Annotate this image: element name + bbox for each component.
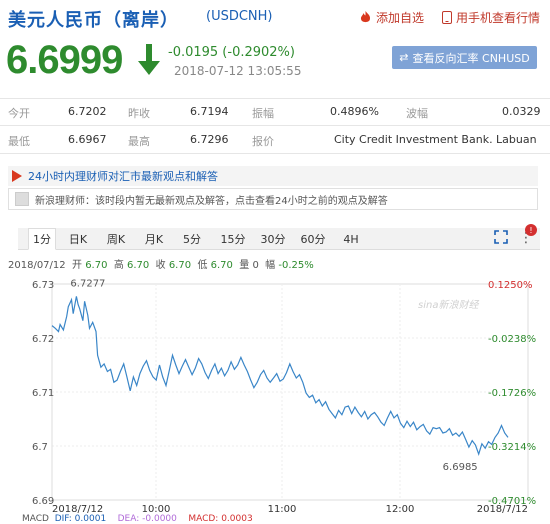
y-tick-label: 6.73 <box>32 280 54 291</box>
macd-summary: MACD DIF: 0.0001 DEA: -0.0000 MACD: 0.00… <box>22 514 253 524</box>
stat-label: 振幅 <box>252 107 274 120</box>
y-axis-right: 0.1250%-0.0238%-0.1726%-0.3214%-0.4701% <box>488 280 536 507</box>
add-favorite-button[interactable]: 添加自选 <box>359 9 424 26</box>
tab-month-k[interactable]: 月K <box>140 228 168 250</box>
ohlc-low-label: 低 <box>197 260 208 271</box>
stat-value: City Credit Investment Bank. Labuan <box>334 133 537 146</box>
price-change: -0.0195 (-0.2902%) <box>168 45 295 60</box>
macd-dif: DIF: 0.0001 <box>54 514 107 524</box>
x-axis: 2018/7/12 10:00 11:00 12:00 2018/7/12 <box>52 504 528 514</box>
price-line <box>51 296 509 456</box>
macd-dea: DEA: -0.0000 <box>117 514 177 524</box>
ohlc-date: 2018/07/12 <box>8 260 66 271</box>
y-tick-label: 6.72 <box>32 334 54 345</box>
x-tick-label: 10:00 <box>142 504 171 514</box>
ohlc-summary: 2018/07/12 开 6.70 高 6.70 收 6.70 低 6.70 量… <box>8 256 314 271</box>
intraday-chart[interactable]: 6.73 6.72 6.71 6.7 6.69 0.1250% -0.0238% -0.17… <box>0 272 550 514</box>
chart-annotations: 6.7277 6.6985 <box>70 278 477 473</box>
ohlc-open-label: 开 <box>72 260 82 271</box>
x-tick-label: 2018/7/12 <box>477 504 528 514</box>
macd-label: MACD <box>22 514 49 524</box>
ohlc-close: 6.70 <box>168 260 192 271</box>
tab-1min[interactable]: 1分 <box>28 228 56 250</box>
advisor-news-text: 新浪理财师：该时段内暂无最新观点及解答，点击查看24小时之前的观点及解答 <box>35 195 388 207</box>
ohlc-low: 6.70 <box>210 260 233 271</box>
stat-value: 6.7296 <box>190 133 229 146</box>
min-annotation: 6.6985 <box>443 462 478 473</box>
tab-15min[interactable]: 15分 <box>216 228 250 250</box>
y-right-tick-label: -0.1726% <box>488 388 536 399</box>
stat-value: 6.7202 <box>68 105 107 118</box>
reverse-rate-label: 查看反向汇率 CNHUSD <box>412 51 530 65</box>
page-title: 美元人民币（离岸） <box>8 10 179 31</box>
y-tick-label: 6.69 <box>32 496 54 507</box>
y-right-tick-label: -0.3214% <box>488 442 536 453</box>
stat-value: 6.6967 <box>68 133 107 146</box>
y-right-tick-label: -0.0238% <box>488 334 536 345</box>
ohlc-amp-label: 幅 <box>265 260 276 271</box>
ohlc-open: 6.70 <box>85 260 108 271</box>
mobile-view-label: 用手机查看行情 <box>456 11 541 25</box>
tab-5min[interactable]: 5分 <box>178 228 206 250</box>
quote-timestamp: 2018-07-12 13:05:55 <box>174 64 302 78</box>
tab-60min[interactable]: 60分 <box>296 228 330 250</box>
tab-30min[interactable]: 30分 <box>256 228 290 250</box>
y-tick-label: 6.7 <box>32 442 48 453</box>
macd-value: MACD: 0.0003 <box>188 514 253 524</box>
stats-table: 今开 6.7202 昨收 6.7194 振幅 0.4896% 波幅 0.0329… <box>0 98 550 154</box>
ohlc-close-label: 收 <box>155 260 166 271</box>
triangle-icon <box>12 170 22 182</box>
notification-badge: ! <box>525 224 537 236</box>
x-tick-label: 12:00 <box>386 504 415 514</box>
reverse-rate-button[interactable]: ⇄ 查看反向汇率 CNHUSD <box>392 46 537 69</box>
stat-label: 最高 <box>128 135 150 148</box>
swap-icon: ⇄ <box>399 51 409 64</box>
current-price: 6.6999 <box>6 38 123 82</box>
stat-label: 昨收 <box>128 107 150 120</box>
mobile-view-button[interactable]: 用手机查看行情 <box>442 9 540 26</box>
x-tick-label: 2018/7/12 <box>52 504 103 514</box>
stat-value: 0.4896% <box>330 105 379 118</box>
tab-4h[interactable]: 4H <box>336 228 366 250</box>
max-annotation: 6.7277 <box>70 278 105 289</box>
advisor-news-title: 24小时内理财师对汇市最新观点和解答 <box>28 170 218 183</box>
stats-row: 今开 6.7202 昨收 6.7194 振幅 0.4896% 波幅 0.0329 <box>0 98 550 126</box>
y-axis-left: 6.73 6.72 6.71 6.7 6.69 <box>32 280 54 507</box>
down-arrow-icon <box>138 44 160 75</box>
avatar <box>15 192 29 206</box>
fullscreen-icon[interactable] <box>494 230 508 244</box>
tab-week-k[interactable]: 周K <box>102 228 130 250</box>
ohlc-vol: 0 <box>252 260 259 271</box>
x-tick-label: 11:00 <box>268 504 297 514</box>
stat-label: 波幅 <box>406 107 428 120</box>
stat-label: 最低 <box>8 135 30 148</box>
stat-label: 报价 <box>252 135 274 148</box>
tab-day-k[interactable]: 日K <box>64 228 92 250</box>
ohlc-amp: -0.25% <box>278 260 314 271</box>
ohlc-high: 6.70 <box>127 260 150 271</box>
y-right-tick-label: 0.1250% <box>488 280 533 291</box>
phone-icon <box>442 11 452 24</box>
ohlc-vol-label: 量 <box>239 260 250 271</box>
stats-row: 最低 6.6967 最高 6.7296 报价 City Credit Inves… <box>0 126 550 154</box>
add-favorite-label: 添加自选 <box>376 11 425 25</box>
currency-symbol: (USDCNH) <box>206 9 273 24</box>
advisor-news-item[interactable]: 新浪理财师：该时段内暂无最新观点及解答，点击查看24小时之前的观点及解答 <box>8 188 538 210</box>
stat-value: 6.7194 <box>190 105 229 118</box>
chart-period-tabs: 1分 日K 周K 月K 5分 15分 30分 60分 4H <box>18 228 540 250</box>
stat-value: 0.0329 <box>502 105 541 118</box>
advisor-news-header[interactable]: 24小时内理财师对汇市最新观点和解答 <box>8 166 538 186</box>
flame-icon <box>360 11 371 23</box>
stat-label: 今开 <box>8 107 30 120</box>
y-tick-label: 6.71 <box>32 388 54 399</box>
ohlc-high-label: 高 <box>113 260 124 271</box>
